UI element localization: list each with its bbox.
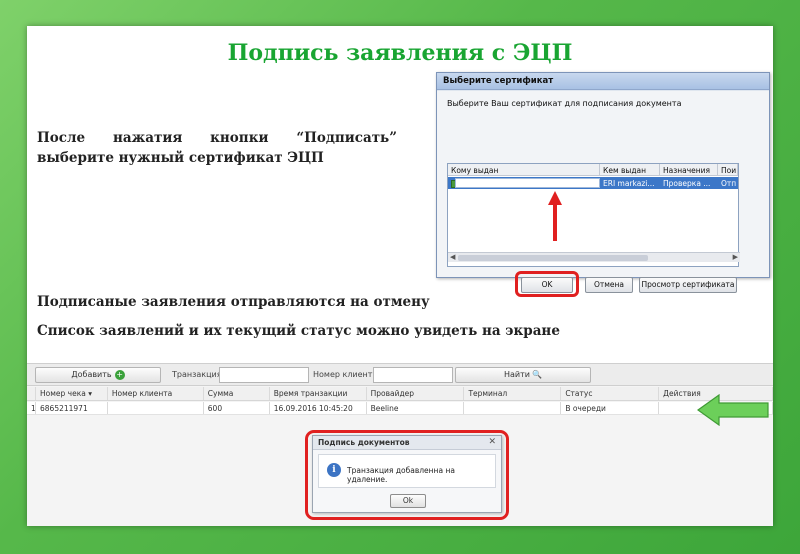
view-certificate-button[interactable]: Просмотр сертификата — [639, 277, 737, 293]
transaction-label: Транзакция — [172, 370, 222, 379]
add-button[interactable]: Добавить + — [35, 367, 161, 383]
column-status[interactable]: Статус — [561, 387, 660, 400]
row-time: 16.09.2016 10:45:20 — [270, 402, 367, 414]
horizontal-scrollbar[interactable]: ◀ ▶ — [448, 252, 740, 262]
scroll-left-icon[interactable]: ◀ — [450, 253, 455, 261]
search-icon: 🔍 — [532, 370, 542, 379]
certificate-row-extra: Отп — [718, 177, 738, 189]
certificate-ok-button[interactable]: OK — [521, 277, 573, 293]
scroll-right-icon[interactable]: ▶ — [733, 253, 738, 261]
column-issued-to[interactable]: Кому выдан — [448, 164, 600, 175]
green-left-arrow-icon — [697, 394, 769, 426]
slide-title: Подпись заявления с ЭЦП — [227, 40, 573, 66]
certificate-dialog: Выберите сертификат Выберите Ваш сертифи… — [436, 72, 770, 297]
info-line-1: Подписаные заявления отправляются на отм… — [37, 294, 430, 310]
row-status: В очереди — [561, 402, 660, 414]
sign-documents-dialog: Подпись документов ✕ i Транзакция добавл… — [312, 435, 502, 513]
table-row[interactable]: 1 6865211971 600 16.09.2016 10:45:20 Bee… — [27, 402, 774, 415]
certificate-cancel-button[interactable]: Отмена — [585, 277, 633, 293]
info-icon: i — [327, 463, 341, 477]
client-number-label: Номер клиента — [313, 370, 378, 379]
column-client-number[interactable]: Номер клиента — [108, 387, 204, 400]
column-check-number[interactable]: Номер чека ▾ — [36, 387, 108, 400]
scrollbar-thumb[interactable] — [458, 255, 648, 261]
column-provider[interactable]: Провайдер — [367, 387, 465, 400]
sign-dialog-message-box: i Транзакция добавленна на удаление. — [318, 454, 496, 488]
column-transaction-time[interactable]: Время транзакции — [270, 387, 367, 400]
transactions-grid: Добавить + Транзакция Номер клиента Найти… — [27, 363, 774, 526]
column-sum[interactable]: Сумма — [204, 387, 270, 400]
grid-toolbar: Добавить + Транзакция Номер клиента Найти… — [27, 364, 773, 386]
instruction-text: После нажатия кнопки “Подписать” выберит… — [37, 130, 397, 166]
certificate-row-by: ERI markazi... — [600, 177, 660, 189]
info-line-2: Список заявлений и их текущий статус мож… — [37, 323, 560, 339]
red-up-arrow-icon — [548, 191, 562, 241]
row-index: 1 — [27, 402, 36, 414]
certificate-list-header: Кому выдан Кем выдан Назначения Пои — [448, 164, 738, 176]
certificate-dialog-title: Выберите сертификат — [437, 73, 769, 90]
row-client-number — [108, 402, 204, 414]
sign-dialog-message: Транзакция добавленна на удаление. — [347, 466, 455, 484]
certificate-prompt: Выберите Ваш сертификат для подписания д… — [447, 99, 682, 108]
sign-dialog-title-text: Подпись документов — [318, 438, 410, 447]
sign-dialog-title: Подпись документов ✕ — [313, 436, 501, 450]
row-sum: 600 — [204, 402, 270, 414]
column-purpose[interactable]: Назначения — [660, 164, 718, 175]
slide: Подпись заявления с ЭЦП После нажатия кн… — [27, 26, 774, 526]
close-icon[interactable]: ✕ — [488, 437, 496, 447]
row-provider: Beeline — [367, 402, 465, 414]
add-button-label: Добавить — [71, 370, 112, 379]
transaction-input[interactable] — [219, 367, 309, 383]
row-check-number: 6865211971 — [36, 402, 108, 414]
sign-dialog-ok-button[interactable]: Ok — [390, 494, 426, 508]
find-button[interactable]: Найти 🔍 — [455, 367, 591, 383]
find-button-label: Найти — [504, 370, 530, 379]
index-column — [27, 387, 36, 400]
certificate-row-purpose: Проверка ... — [660, 177, 718, 189]
row-terminal — [464, 402, 562, 414]
grid-header: Номер чека ▾ Номер клиента Сумма Время т… — [27, 387, 774, 401]
column-issued-by[interactable]: Кем выдан — [600, 164, 660, 175]
column-extra[interactable]: Пои — [718, 164, 738, 175]
certificate-name-field — [455, 178, 600, 188]
client-number-input[interactable] — [373, 367, 453, 383]
plus-icon: + — [114, 369, 125, 380]
column-terminal[interactable]: Терминал — [464, 387, 562, 400]
certificate-dialog-body: Выберите Ваш сертификат для подписания д… — [437, 91, 769, 297]
